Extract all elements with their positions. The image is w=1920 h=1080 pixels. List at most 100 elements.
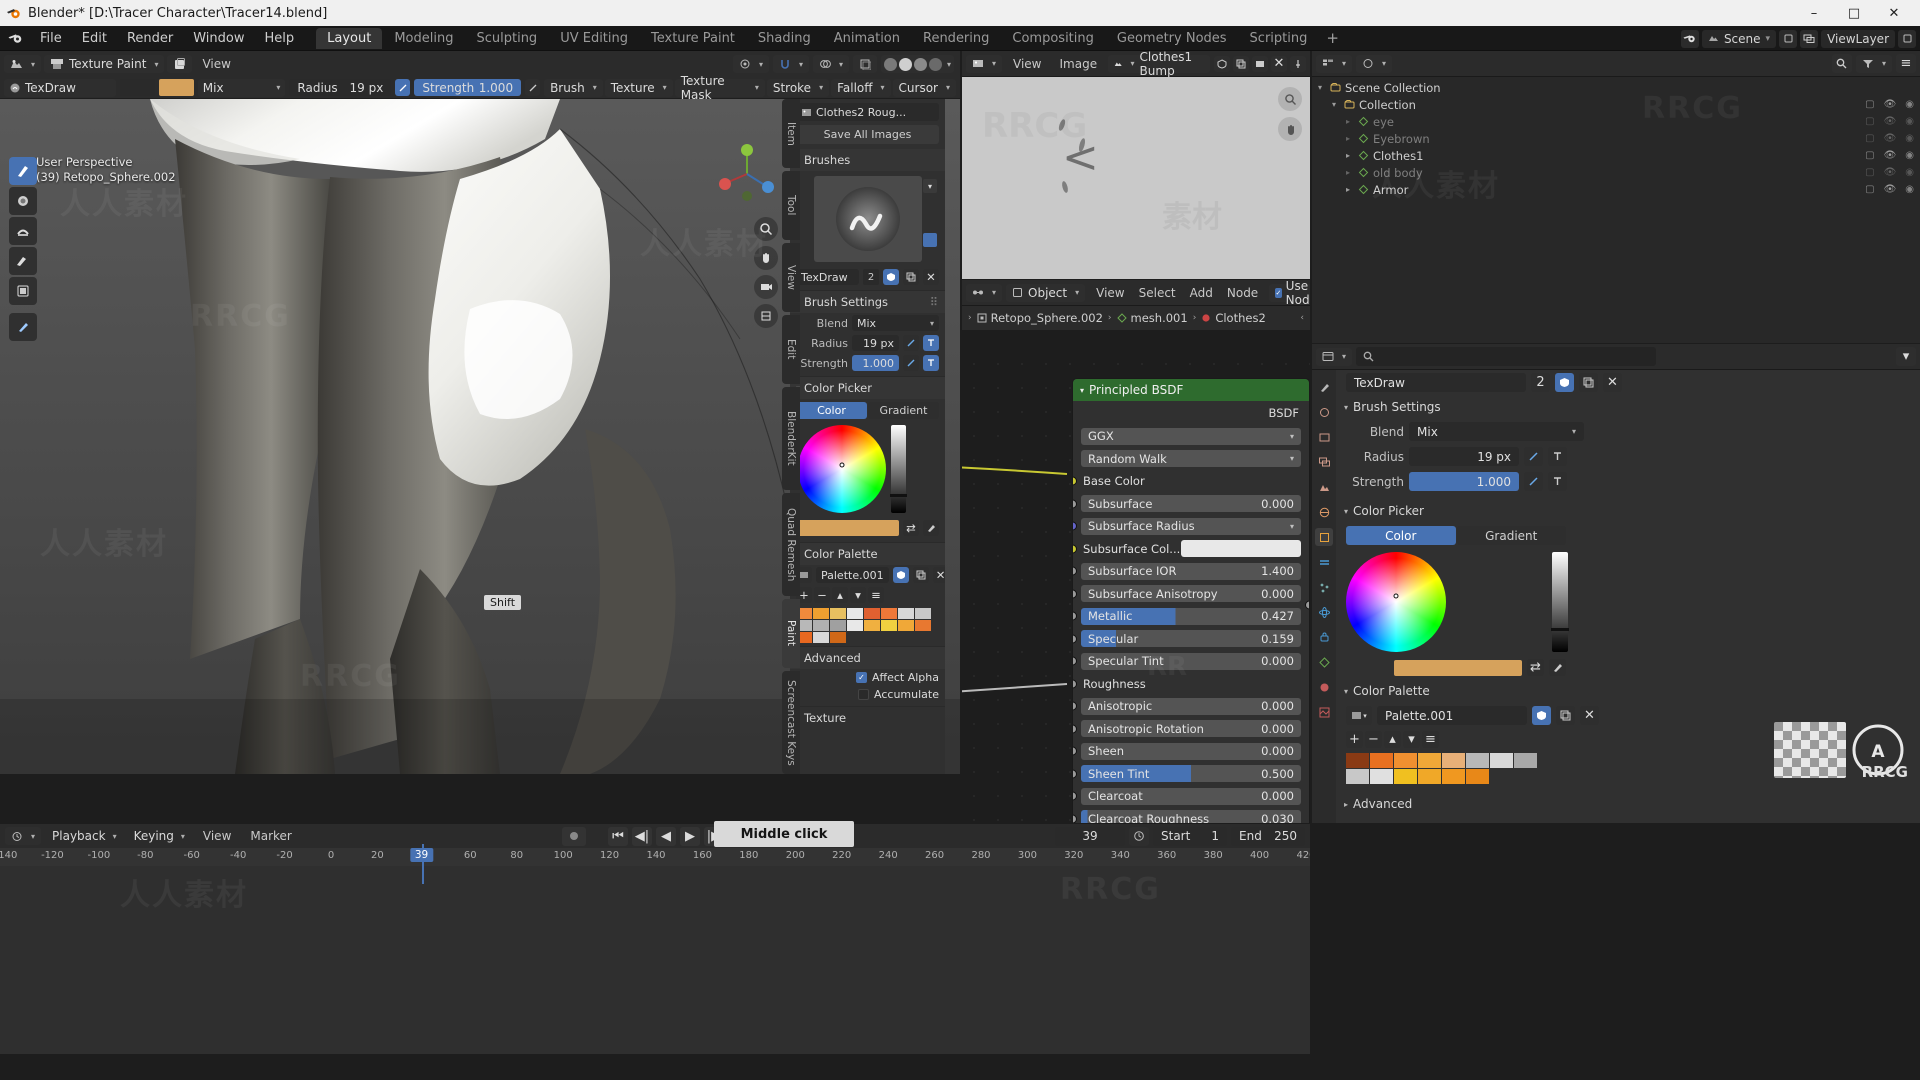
restrict-viewport-icon[interactable]: 👁 bbox=[1884, 99, 1897, 110]
viewlayer-browse-icon[interactable] bbox=[1800, 29, 1819, 48]
maximize-button[interactable]: □ bbox=[1834, 0, 1874, 26]
timeline-marker-menu[interactable]: Marker bbox=[243, 829, 298, 843]
secondary-color-swatch[interactable] bbox=[119, 79, 155, 96]
image-duplicate-button[interactable] bbox=[1233, 55, 1249, 72]
properties-palette-duplicate-button[interactable] bbox=[1556, 706, 1575, 725]
workspace-tab-compositing[interactable]: Compositing bbox=[1001, 28, 1105, 49]
palette-swatch[interactable] bbox=[898, 620, 914, 631]
image-fake-user-button[interactable] bbox=[1214, 55, 1230, 72]
brush-settings-header[interactable]: ▾ Brush Settings ⠿ bbox=[790, 291, 945, 313]
value-slider[interactable] bbox=[890, 425, 907, 513]
input-field[interactable]: Sheen Tint 0.500 bbox=[1081, 765, 1301, 783]
color-picker-header[interactable]: ▾ Color Picker bbox=[790, 377, 945, 399]
xray-toggle[interactable] bbox=[852, 55, 877, 73]
image-pan-hand-icon[interactable] bbox=[1278, 117, 1302, 141]
input-field[interactable]: Subsurface Anisotropy 0.000 bbox=[1081, 585, 1301, 603]
blender-menu-icon[interactable] bbox=[4, 29, 26, 47]
pan-hand-icon[interactable] bbox=[754, 246, 778, 270]
tab-data[interactable] bbox=[1315, 653, 1333, 671]
properties-search-input[interactable] bbox=[1356, 347, 1657, 366]
palette-swatch[interactable] bbox=[1346, 769, 1369, 784]
properties-color-palette-header[interactable]: ▾ Color Palette bbox=[1336, 679, 1920, 703]
outliner-row-old-body[interactable]: ▸ old body ▢ 👁 ◉ bbox=[1312, 164, 1920, 181]
properties-strength-field[interactable]: 1.000 bbox=[1409, 472, 1519, 491]
image-selector[interactable]: ▾ Clothes1 Bump bbox=[1108, 51, 1210, 78]
color-wheel-cursor[interactable] bbox=[839, 462, 845, 468]
workspace-tab-sculpting[interactable]: Sculpting bbox=[465, 28, 548, 49]
properties-palette-up-button[interactable]: ▴ bbox=[1384, 731, 1401, 748]
input-socket[interactable] bbox=[1073, 791, 1077, 801]
restrict-render-icon[interactable]: ◉ bbox=[1905, 167, 1914, 178]
breadcrumb-item-1[interactable]: mesh.001 bbox=[1116, 311, 1188, 325]
editor-type-selector[interactable]: ▾ bbox=[4, 55, 42, 73]
tab-material[interactable] bbox=[1315, 678, 1333, 696]
tab-particles[interactable] bbox=[1315, 578, 1333, 596]
viewport-menu-texture-mask[interactable]: Texture Mask ▾ bbox=[674, 74, 765, 102]
menu-file[interactable]: File bbox=[30, 29, 72, 48]
color-palette-header[interactable]: ▾ Color Palette bbox=[790, 543, 945, 565]
bsdf-input-base-color[interactable]: Base Color bbox=[1073, 470, 1309, 493]
viewport-menu-cursor[interactable]: Cursor ▾ bbox=[892, 78, 957, 97]
end-frame-field[interactable]: End 250 bbox=[1231, 826, 1305, 846]
brush-name-field[interactable]: TexDraw bbox=[796, 269, 859, 285]
viewport-tab-blenderkit[interactable]: BlenderKit bbox=[782, 386, 800, 490]
palette-swatch[interactable] bbox=[1370, 753, 1393, 768]
input-socket[interactable] bbox=[1073, 746, 1077, 756]
menu-edit[interactable]: Edit bbox=[72, 29, 117, 48]
workspace-tab-uv-editing[interactable]: UV Editing bbox=[549, 28, 639, 49]
texture-section-header[interactable]: ▸ Texture bbox=[790, 707, 945, 729]
bsdf-input-sheen-tint[interactable]: Sheen Tint 0.500 bbox=[1073, 763, 1309, 786]
breadcrumb-item-2[interactable]: Clothes2 bbox=[1201, 311, 1266, 325]
minimize-button[interactable]: – bbox=[1794, 0, 1834, 26]
outliner-display-mode[interactable]: ▾ bbox=[1356, 54, 1393, 73]
restrict-render-icon[interactable]: ◉ bbox=[1905, 150, 1914, 161]
image-editor-canvas[interactable]: < RRCG 素材 bbox=[962, 77, 1310, 279]
ortho-perspective-icon[interactable] bbox=[754, 304, 778, 328]
palette-swatch[interactable] bbox=[1346, 753, 1369, 768]
palette-unlink-button[interactable]: ✕ bbox=[932, 567, 945, 583]
palette-swatch[interactable] bbox=[1466, 753, 1489, 768]
scene-browse-icon[interactable] bbox=[1680, 29, 1699, 48]
palette-swatch[interactable] bbox=[1466, 769, 1489, 784]
properties-palette-name-field[interactable]: Palette.001 bbox=[1377, 706, 1527, 725]
input-field[interactable]: Metallic 0.427 bbox=[1081, 607, 1301, 625]
tab-output[interactable] bbox=[1315, 428, 1333, 446]
timeline-playback-menu[interactable]: Playback ▾ bbox=[46, 827, 123, 846]
timeline-view-menu[interactable]: View bbox=[196, 829, 238, 843]
viewport-menu-stroke[interactable]: Stroke ▾ bbox=[766, 78, 830, 97]
properties-palette-fake-user-button[interactable] bbox=[1532, 706, 1551, 725]
blend-field[interactable]: Mix ▾ bbox=[852, 315, 939, 331]
brush-selector[interactable]: TexDraw bbox=[4, 78, 116, 97]
properties-palette-add-button[interactable]: + bbox=[1346, 731, 1363, 748]
palette-swatch[interactable] bbox=[830, 608, 846, 619]
material-shading-icon[interactable] bbox=[913, 57, 927, 71]
new-viewlayer-button[interactable] bbox=[1898, 29, 1916, 48]
properties-advanced-header[interactable]: ▸ Advanced bbox=[1336, 792, 1920, 816]
breadcrumb-item-0[interactable]: Retopo_Sphere.002 bbox=[977, 311, 1103, 325]
image-new-button[interactable] bbox=[1252, 55, 1268, 72]
viewport-tab-edit[interactable]: Edit bbox=[782, 314, 800, 384]
affect-alpha-checkbox[interactable]: ✓ bbox=[855, 672, 867, 683]
viewlayer-selector[interactable]: ViewLayer bbox=[1821, 29, 1895, 48]
scene-selector[interactable]: Scene ▾ bbox=[1701, 29, 1777, 48]
shader-type-selector[interactable]: Object ▾ bbox=[1006, 283, 1086, 302]
bsdf-input-subsurface-col[interactable]: Subsurface Col... bbox=[1073, 538, 1309, 561]
overlays-toggle[interactable]: ▾ bbox=[812, 55, 849, 73]
snap-toggle[interactable]: ▾ bbox=[772, 55, 809, 73]
blend-mode-selector[interactable]: Mix ▾ bbox=[197, 78, 286, 97]
properties-options-icon[interactable]: ▾ bbox=[1896, 347, 1916, 366]
menu-render[interactable]: Render bbox=[117, 29, 183, 48]
disclosure-triangle-icon[interactable]: ▸ bbox=[1346, 168, 1354, 177]
tab-constraints[interactable] bbox=[1315, 628, 1333, 646]
input-socket[interactable] bbox=[1073, 656, 1077, 666]
restrict-viewport-icon[interactable]: 👁 bbox=[1884, 184, 1897, 195]
chevron-right-icon[interactable]: › bbox=[968, 313, 972, 323]
properties-palette-remove-button[interactable]: − bbox=[1365, 731, 1382, 748]
palette-swatch[interactable] bbox=[813, 620, 829, 631]
mode-selector[interactable]: Texture Paint ▾ bbox=[44, 55, 165, 73]
scene-dropdown-icon[interactable]: ▾ bbox=[1766, 34, 1771, 44]
palette-move-up-button[interactable]: ▴ bbox=[832, 587, 848, 603]
properties-duplicate-button[interactable] bbox=[1579, 373, 1598, 392]
tab-color[interactable]: Color bbox=[796, 402, 867, 419]
outliner-row-armor[interactable]: ▸ Armor ▢ 👁 ◉ bbox=[1312, 181, 1920, 198]
